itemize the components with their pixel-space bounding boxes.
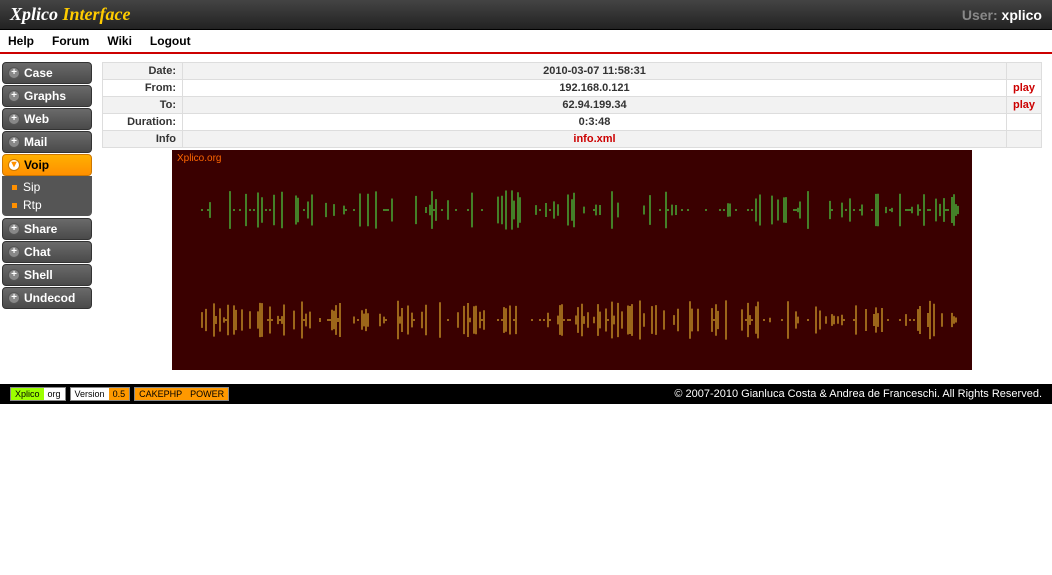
sidebar-item-mail[interactable]: + Mail bbox=[2, 131, 92, 153]
duration-value: 0:3:48 bbox=[183, 114, 1007, 131]
sidebar-label-chat: Chat bbox=[24, 245, 51, 259]
plus-icon: + bbox=[8, 246, 20, 258]
from-play-link[interactable]: play bbox=[1013, 82, 1035, 94]
from-label: From: bbox=[103, 80, 183, 97]
sidebar-label-case: Case bbox=[24, 66, 53, 80]
to-play-link[interactable]: play bbox=[1013, 99, 1035, 111]
nav-forum[interactable]: Forum bbox=[52, 34, 89, 48]
footer: Xplicoorg Version0.5 CAKEPHPPOWER © 2007… bbox=[0, 384, 1052, 404]
plus-icon: + bbox=[8, 90, 20, 102]
plus-icon: + bbox=[8, 136, 20, 148]
navbar: Help Forum Wiki Logout bbox=[0, 30, 1052, 54]
sidebar-label-share: Share bbox=[24, 222, 57, 236]
badge-right: POWER bbox=[186, 388, 228, 400]
bullet-icon bbox=[12, 185, 17, 190]
submenu-label-rtp: Rtp bbox=[23, 198, 42, 212]
sidebar-item-share[interactable]: + Share bbox=[2, 218, 92, 240]
sidebar-label-shell: Shell bbox=[24, 268, 53, 282]
sidebar-label-web: Web bbox=[24, 112, 49, 126]
sidebar-label-mail: Mail bbox=[24, 135, 47, 149]
info-link[interactable]: info.xml bbox=[573, 133, 615, 145]
sidebar: + Case + Graphs + Web + Mail ▾ Voip Sip Rtp +… bbox=[2, 62, 92, 370]
sidebar-label-voip: Voip bbox=[24, 158, 49, 172]
to-value: 62.94.199.34 bbox=[183, 97, 1007, 114]
badge-left: CAKEPHP bbox=[135, 388, 186, 400]
badge-cakephp[interactable]: CAKEPHPPOWER bbox=[134, 387, 229, 401]
waveform-channel-1 bbox=[172, 185, 972, 235]
submenu-label-sip: Sip bbox=[23, 180, 40, 194]
date-actions bbox=[1006, 63, 1041, 80]
sidebar-item-voip[interactable]: ▾ Voip bbox=[2, 154, 92, 176]
badge-left: Xplico bbox=[11, 388, 44, 400]
waveform-display: Xplico.org bbox=[172, 150, 972, 370]
waveform-label: Xplico.org bbox=[177, 153, 221, 164]
main: Date: 2010-03-07 11:58:31 From: 192.168.… bbox=[92, 62, 1052, 370]
details-table: Date: 2010-03-07 11:58:31 From: 192.168.… bbox=[102, 62, 1042, 148]
logo-part2: Interface bbox=[63, 4, 131, 24]
submenu-item-sip[interactable]: Sip bbox=[2, 178, 92, 196]
plus-icon: + bbox=[8, 292, 20, 304]
user-name: xplico bbox=[1002, 7, 1042, 23]
sidebar-label-undecod: Undecod bbox=[24, 291, 75, 305]
plus-icon: + bbox=[8, 67, 20, 79]
sidebar-item-case[interactable]: + Case bbox=[2, 62, 92, 84]
footer-badges: Xplicoorg Version0.5 CAKEPHPPOWER bbox=[10, 387, 229, 401]
badge-right: org bbox=[44, 388, 65, 400]
waveform-channel-2 bbox=[172, 295, 972, 345]
badge-right: 0.5 bbox=[109, 388, 130, 400]
copyright: © 2007-2010 Gianluca Costa & Andrea de F… bbox=[674, 388, 1042, 400]
nav-help[interactable]: Help bbox=[8, 34, 34, 48]
content: + Case + Graphs + Web + Mail ▾ Voip Sip Rtp +… bbox=[0, 54, 1052, 370]
app-logo: Xplico Interface bbox=[10, 4, 130, 25]
to-label: To: bbox=[103, 97, 183, 114]
logo-part1: Xplico bbox=[10, 4, 63, 24]
waveform-svg-1 bbox=[172, 185, 972, 235]
sidebar-item-shell[interactable]: + Shell bbox=[2, 264, 92, 286]
minus-icon: ▾ bbox=[8, 159, 20, 171]
duration-label: Duration: bbox=[103, 114, 183, 131]
user-label: User: bbox=[962, 7, 1002, 23]
duration-actions bbox=[1006, 114, 1041, 131]
sidebar-item-chat[interactable]: + Chat bbox=[2, 241, 92, 263]
badge-left: Version bbox=[71, 388, 109, 400]
sidebar-item-web[interactable]: + Web bbox=[2, 108, 92, 130]
sidebar-label-graphs: Graphs bbox=[24, 89, 66, 103]
bullet-icon bbox=[12, 203, 17, 208]
badge-version[interactable]: Version0.5 bbox=[70, 387, 131, 401]
plus-icon: + bbox=[8, 269, 20, 281]
sidebar-item-undecod[interactable]: + Undecod bbox=[2, 287, 92, 309]
waveform-svg-2 bbox=[172, 295, 972, 345]
nav-wiki[interactable]: Wiki bbox=[107, 34, 132, 48]
from-value: 192.168.0.121 bbox=[183, 80, 1007, 97]
badge-xplico[interactable]: Xplicoorg bbox=[10, 387, 66, 401]
sidebar-item-graphs[interactable]: + Graphs bbox=[2, 85, 92, 107]
plus-icon: + bbox=[8, 113, 20, 125]
user-info: User: xplico bbox=[962, 7, 1042, 23]
date-value: 2010-03-07 11:58:31 bbox=[183, 63, 1007, 80]
header: Xplico Interface User: xplico bbox=[0, 0, 1052, 30]
plus-icon: + bbox=[8, 223, 20, 235]
info-actions bbox=[1006, 131, 1041, 148]
date-label: Date: bbox=[103, 63, 183, 80]
info-label: Info bbox=[103, 131, 183, 148]
voip-submenu: Sip Rtp bbox=[2, 176, 92, 216]
nav-logout[interactable]: Logout bbox=[150, 34, 191, 48]
submenu-item-rtp[interactable]: Rtp bbox=[2, 196, 92, 214]
